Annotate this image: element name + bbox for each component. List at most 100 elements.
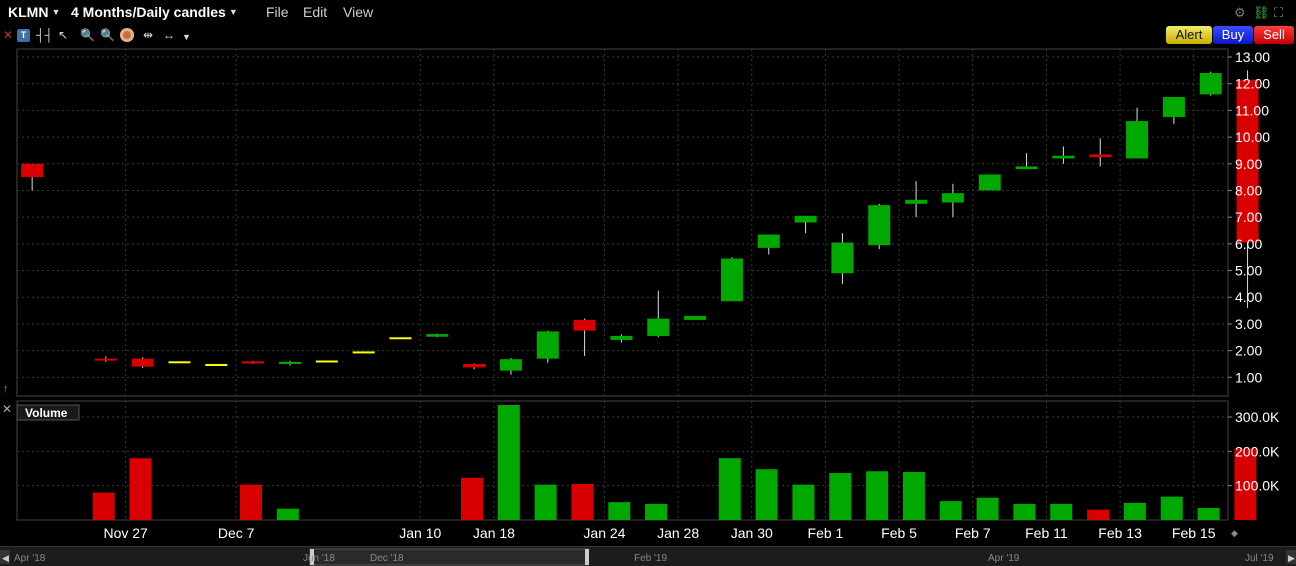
price-tick-label: 4.00 [1235,289,1262,305]
candle-body [168,361,191,364]
expand-bars-icon[interactable]: ↔ [163,27,175,43]
menu-file[interactable]: File [266,4,289,20]
price-tick-label: 7.00 [1235,209,1262,225]
time-tick-label: Dec 7 [218,525,255,541]
navigator-window[interactable] [309,548,589,566]
menu-edit[interactable]: Edit [303,4,327,20]
candle-body [831,242,854,274]
nav-label: Jul '19 [1245,553,1274,564]
time-tick-label: Feb 5 [881,525,917,541]
candle-body [1015,166,1038,170]
volume-tick-label: 200.0K [1235,443,1280,459]
candle-body [426,334,449,337]
volume-bar [497,405,520,520]
link-icon[interactable]: ⛓ [1253,5,1270,21]
volume-bar [92,492,115,520]
candle-body [905,199,928,204]
candle-body [389,337,412,340]
price-grid [16,48,1229,397]
price-tick-label: 8.00 [1235,182,1262,198]
candle-body [499,359,522,371]
price-tick-label: 1.00 [1235,369,1262,385]
volume-bar [534,484,557,520]
time-tick-label: Feb 1 [808,525,844,541]
volume-bar [976,497,999,520]
pan-icon[interactable]: ◆ [1231,528,1238,538]
volume-bar [645,503,668,520]
volume-bar [129,458,152,520]
candle-body [1199,73,1222,95]
time-navigator[interactable]: ◀ ▶ Apr '18 Jun '18 Dec '18 Feb '19 Apr … [0,546,1296,566]
candle-body [573,319,596,331]
buy-button[interactable]: Buy [1213,26,1253,44]
text-tool-icon[interactable]: T [17,29,30,42]
candle-body [315,360,338,363]
bar-style-icon[interactable]: ┤┤ [36,27,53,43]
compress-icon[interactable]: ⇹ [143,27,153,43]
volume-bar [755,469,778,520]
navigator-right-handle[interactable] [585,549,589,565]
candle-body [463,363,486,368]
nav-label: Dec '18 [370,553,404,564]
time-tick-label: Nov 27 [103,525,148,541]
candle-body [941,193,964,203]
close-icon[interactable]: ✕ [3,27,13,43]
zoom-in-icon[interactable]: 🔍 [80,27,95,43]
candle-body [720,258,743,302]
volume-bar [460,477,483,520]
period-selector[interactable]: 4 Months/Daily candles ▼ [71,4,238,20]
volume-series [92,405,1257,520]
nav-label: Apr '19 [988,553,1020,564]
zoom-out-icon[interactable]: 🔍 [100,27,115,43]
candle-body [242,361,265,364]
volume-bar [829,472,852,520]
price-volume-chart[interactable]: 13.00 12.00 11.00 10.00 9.00 8.00 7.00 6.00 5.00… [0,46,1296,546]
time-tick-label: Feb 13 [1098,525,1142,541]
volume-bar [1050,503,1073,520]
sell-button[interactable]: Sell [1254,26,1294,44]
time-tick-label: Jan 30 [731,525,773,541]
title-bar: KLMN ▼ 4 Months/Daily candles ▼ File Edit … [0,0,1296,25]
volume-bar [239,484,262,520]
time-tick-label: Jan 24 [583,525,625,541]
candle-body [536,331,559,359]
alert-button[interactable]: Alert [1166,26,1212,44]
candle-body [610,335,633,340]
price-tick-label: 9.00 [1235,156,1262,172]
candle-body [1089,154,1112,158]
volume-bar [866,471,889,520]
volume-bar [1013,503,1036,520]
candle-body [278,361,301,364]
time-tick-label: Feb 15 [1172,525,1216,541]
volume-bar [718,458,741,520]
symbol-label: KLMN [8,4,49,20]
candle-body [1162,97,1185,118]
draw-tool-icon[interactable]: ↖ [58,27,68,43]
nav-label: Apr '18 [14,553,46,564]
time-axis: Nov 27 Dec 7 Jan 10 Jan 18 Jan 24 Jan 28 Jan 3… [103,525,1215,541]
menu-view[interactable]: View [343,4,373,20]
volume-bar [1123,502,1146,520]
time-tick-label: Jan 18 [473,525,515,541]
chevron-down-icon[interactable]: ▼ [182,29,191,45]
time-tick-label: Feb 11 [1025,525,1068,541]
candle-body [352,351,375,354]
close-volume-icon[interactable]: ✕ [2,402,12,416]
candle-body [21,163,44,178]
chart-toolbar: ✕ T ┤┤ ↖ 🔍 🔍 ⇹ ↔ ▼ [0,25,1296,45]
candle-body [94,358,117,361]
expand-icon[interactable]: ⛶ [1274,5,1283,21]
candle-body [684,315,707,320]
volume-bar [939,501,962,520]
symbol-selector[interactable]: KLMN ▼ [8,4,60,20]
candle-body [647,318,670,336]
candle-body [757,234,780,248]
scroll-marker-icon: ↑ [3,383,9,395]
volume-bar [276,508,299,520]
candle-body [1126,121,1149,159]
gear-icon[interactable]: ⚙ [1234,5,1246,21]
chevron-down-icon: ▼ [51,7,61,17]
crosshair-icon[interactable] [120,28,134,42]
price-tick-label: 2.00 [1235,343,1262,359]
volume-bar [1160,496,1183,520]
